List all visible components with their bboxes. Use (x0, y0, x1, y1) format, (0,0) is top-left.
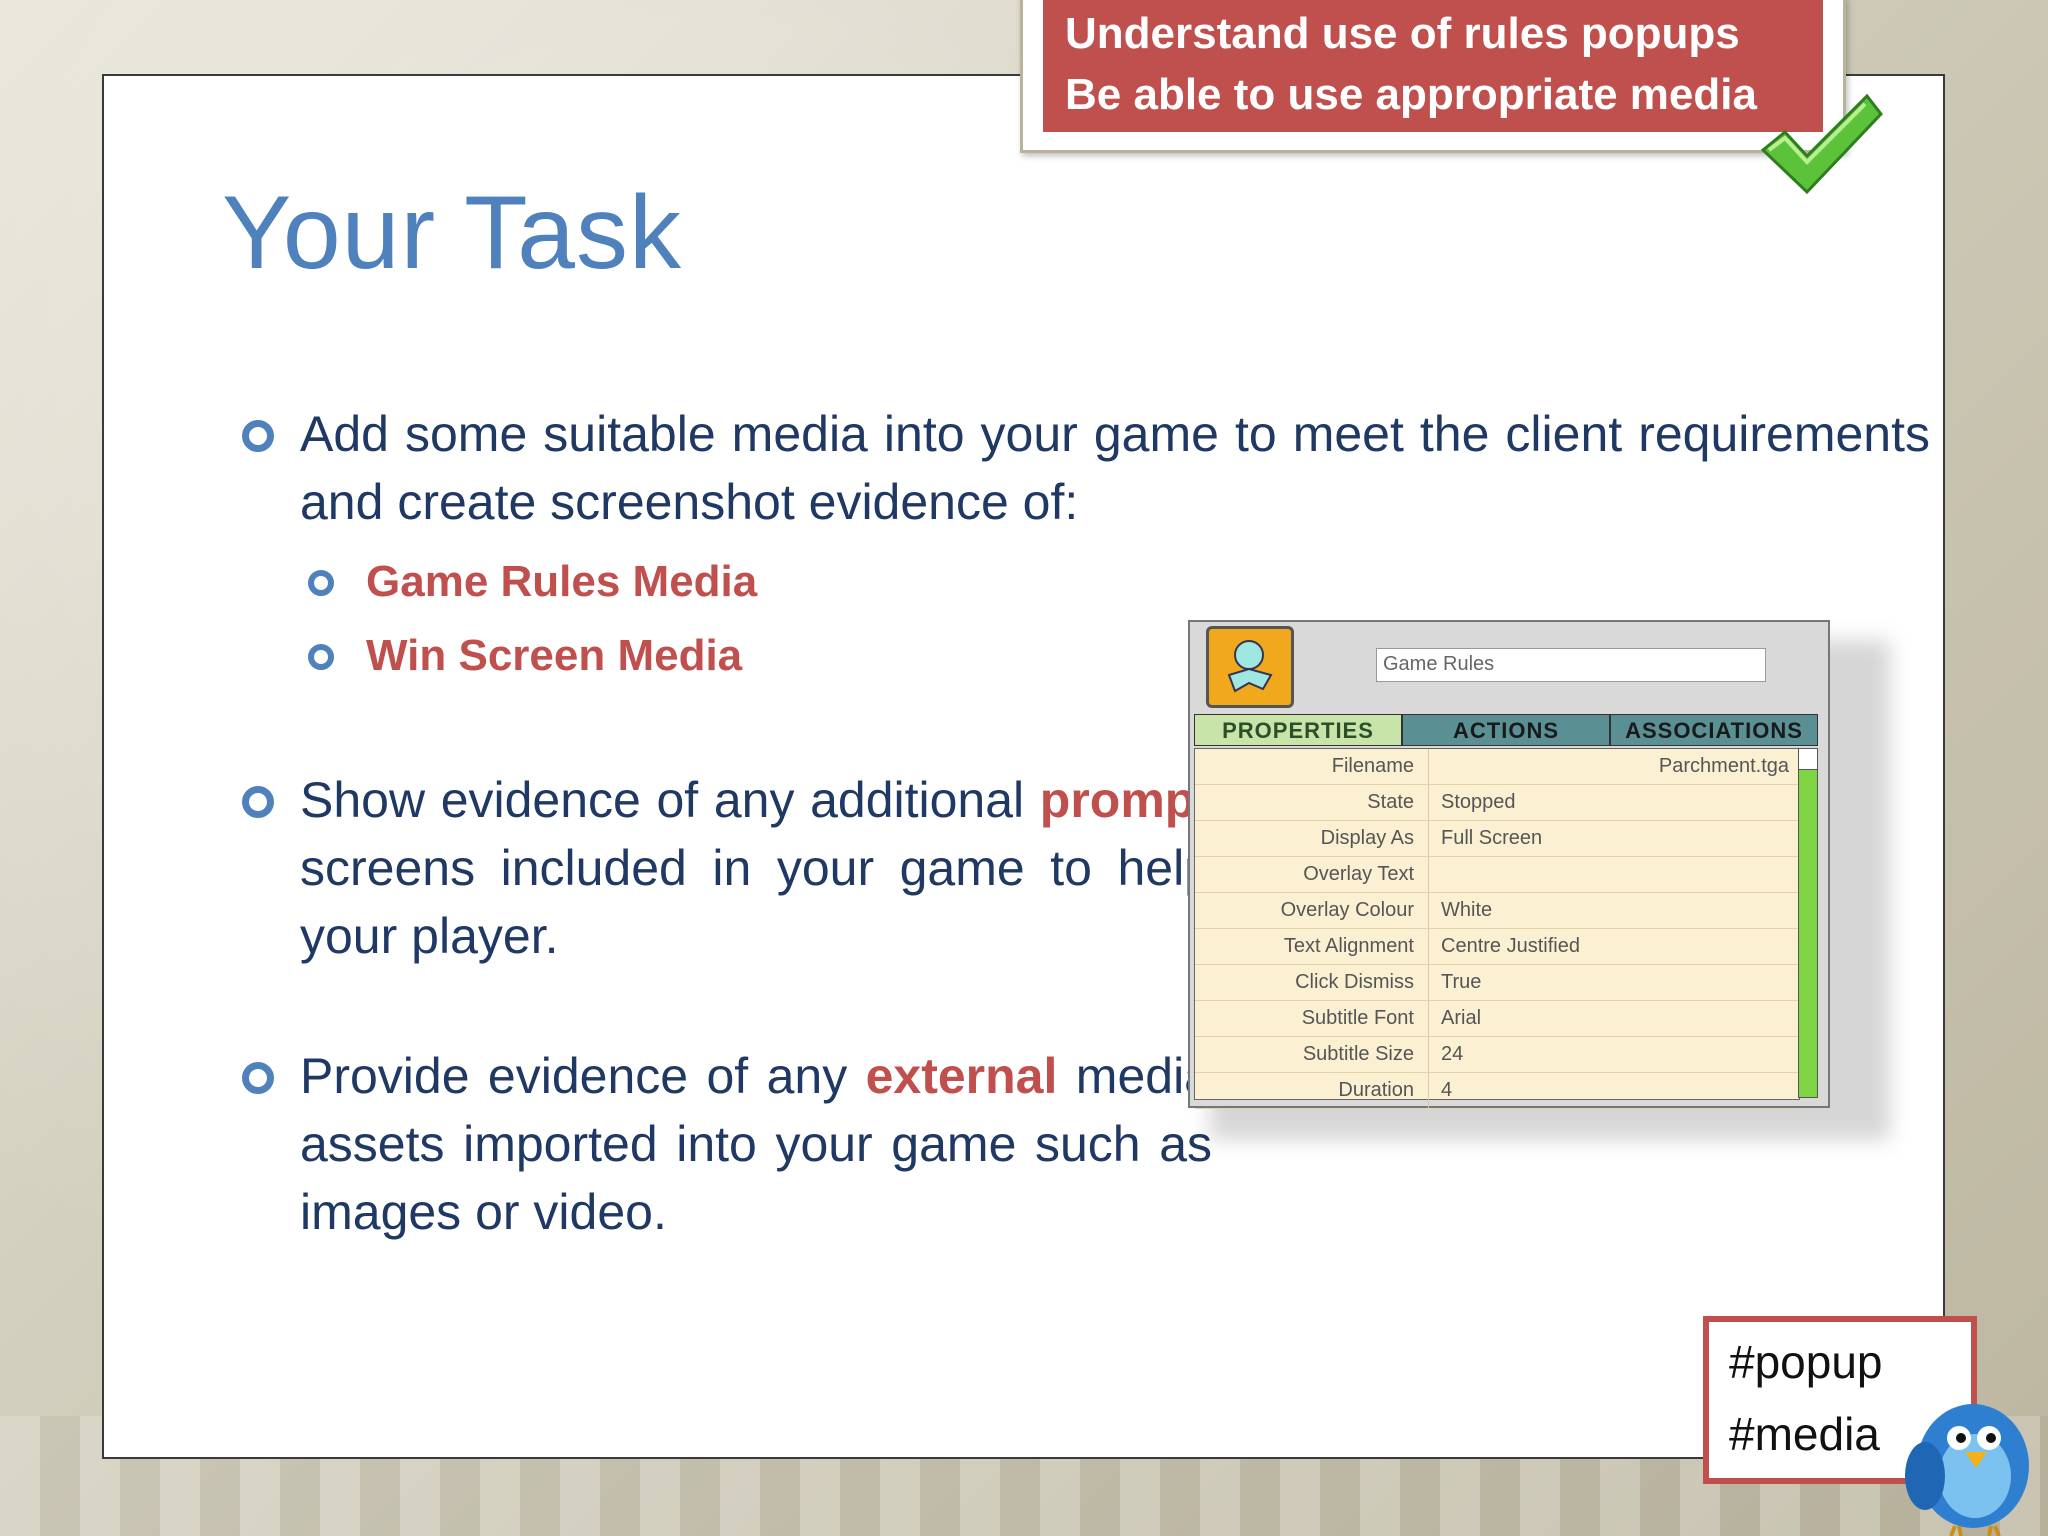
objective-line-1: Understand use of rules popups (1065, 9, 1740, 58)
property-value: Parchment.tga (1658, 755, 1789, 777)
sub-bullet-ring-icon (308, 570, 334, 596)
sub-bullet-text: Win Screen Media (366, 631, 743, 680)
object-name-field[interactable]: Game Rules (1376, 648, 1766, 682)
tab-properties[interactable]: PROPERTIES (1194, 714, 1402, 746)
bullet-ring-icon (242, 420, 274, 452)
bullet-ring-icon (242, 1062, 274, 1094)
property-value: Centre Justified (1441, 935, 1580, 957)
property-key: Subtitle Font (1195, 1001, 1429, 1036)
sub-bullet-win-screen: Win Screen Media (308, 626, 743, 686)
table-row[interactable]: Display As Full Screen (1195, 821, 1799, 857)
sub-bullet-text: Game Rules Media (366, 557, 758, 606)
property-value: White (1441, 899, 1493, 921)
slide-title: Your Task (222, 175, 682, 291)
bullet-2: Show evidence of any additional prompt s… (242, 766, 1212, 970)
tab-associations[interactable]: ASSOCIATIONS (1610, 714, 1818, 746)
table-row[interactable]: Overlay Text (1195, 857, 1799, 893)
table-row[interactable]: Filename Parchment.tga (1195, 749, 1799, 785)
property-value: Full Screen (1441, 827, 1543, 849)
table-row[interactable]: Subtitle Font Arial (1195, 1001, 1799, 1037)
sub-bullet-game-rules: Game Rules Media (308, 552, 758, 612)
bullet-1: Add some suitable media into your game t… (242, 400, 1930, 536)
bullet-3: Provide evidence of any external media a… (242, 1042, 1212, 1246)
properties-panel: Game Rules PROPERTIES ACTIONS ASSOCIATIO… (1188, 620, 1830, 1109)
objectives-callout: Understand use of rules popups Be able t… (1020, 0, 1846, 153)
property-key: Duration (1195, 1073, 1429, 1108)
bullet-3-highlight: external (865, 1048, 1058, 1104)
property-key: Subtitle Size (1195, 1037, 1429, 1072)
property-key: Overlay Text (1195, 857, 1429, 892)
objectives-banner: Understand use of rules popups Be able t… (1043, 0, 1823, 132)
property-value: 24 (1441, 1043, 1464, 1065)
table-row[interactable]: Text Alignment Centre Justified (1195, 929, 1799, 965)
bullet-2-highlight: prompt (1039, 772, 1212, 828)
objective-line-2: Be able to use appropriate media (1065, 70, 1757, 119)
bullet-3-pre: Provide evidence of any (300, 1048, 848, 1104)
scrollbar-top-button[interactable] (1798, 748, 1818, 770)
property-key: Text Alignment (1195, 929, 1429, 964)
property-value: Stopped (1441, 791, 1516, 813)
table-row[interactable]: Duration 4 (1195, 1073, 1799, 1109)
property-key: Click Dismiss (1195, 965, 1429, 1000)
bullet-2-pre: Show evidence of any additional (300, 772, 1025, 828)
panel-scrollbar[interactable] (1798, 748, 1818, 1098)
property-value (1429, 857, 1441, 892)
bird-icon (1905, 1404, 2029, 1536)
property-value: Arial (1441, 1007, 1482, 1029)
property-key: Display As (1195, 821, 1429, 856)
bullet-1-text: Add some suitable media into your game t… (300, 406, 1930, 530)
check-icon (1760, 93, 1883, 195)
property-value: 4 (1441, 1079, 1453, 1101)
property-key: Overlay Colour (1195, 893, 1429, 928)
table-row[interactable]: Subtitle Size 24 (1195, 1037, 1799, 1073)
character-icon (1206, 626, 1294, 708)
tab-actions[interactable]: ACTIONS (1402, 714, 1610, 746)
table-row[interactable]: Overlay Colour White (1195, 893, 1799, 929)
bullet-ring-icon (242, 786, 274, 818)
properties-table: Filename Parchment.tga State Stopped Displ… (1194, 748, 1800, 1109)
table-row[interactable]: State Stopped (1195, 785, 1799, 821)
panel-tabs: PROPERTIES ACTIONS ASSOCIATIONS (1194, 714, 1818, 746)
table-row[interactable]: Click Dismiss True (1195, 965, 1799, 1001)
property-key: State (1195, 785, 1429, 820)
property-key: Filename (1195, 749, 1429, 784)
property-value: True (1441, 971, 1482, 993)
bullet-2-post: screens included in your game to help yo… (300, 840, 1212, 964)
sub-bullet-ring-icon (308, 644, 334, 670)
